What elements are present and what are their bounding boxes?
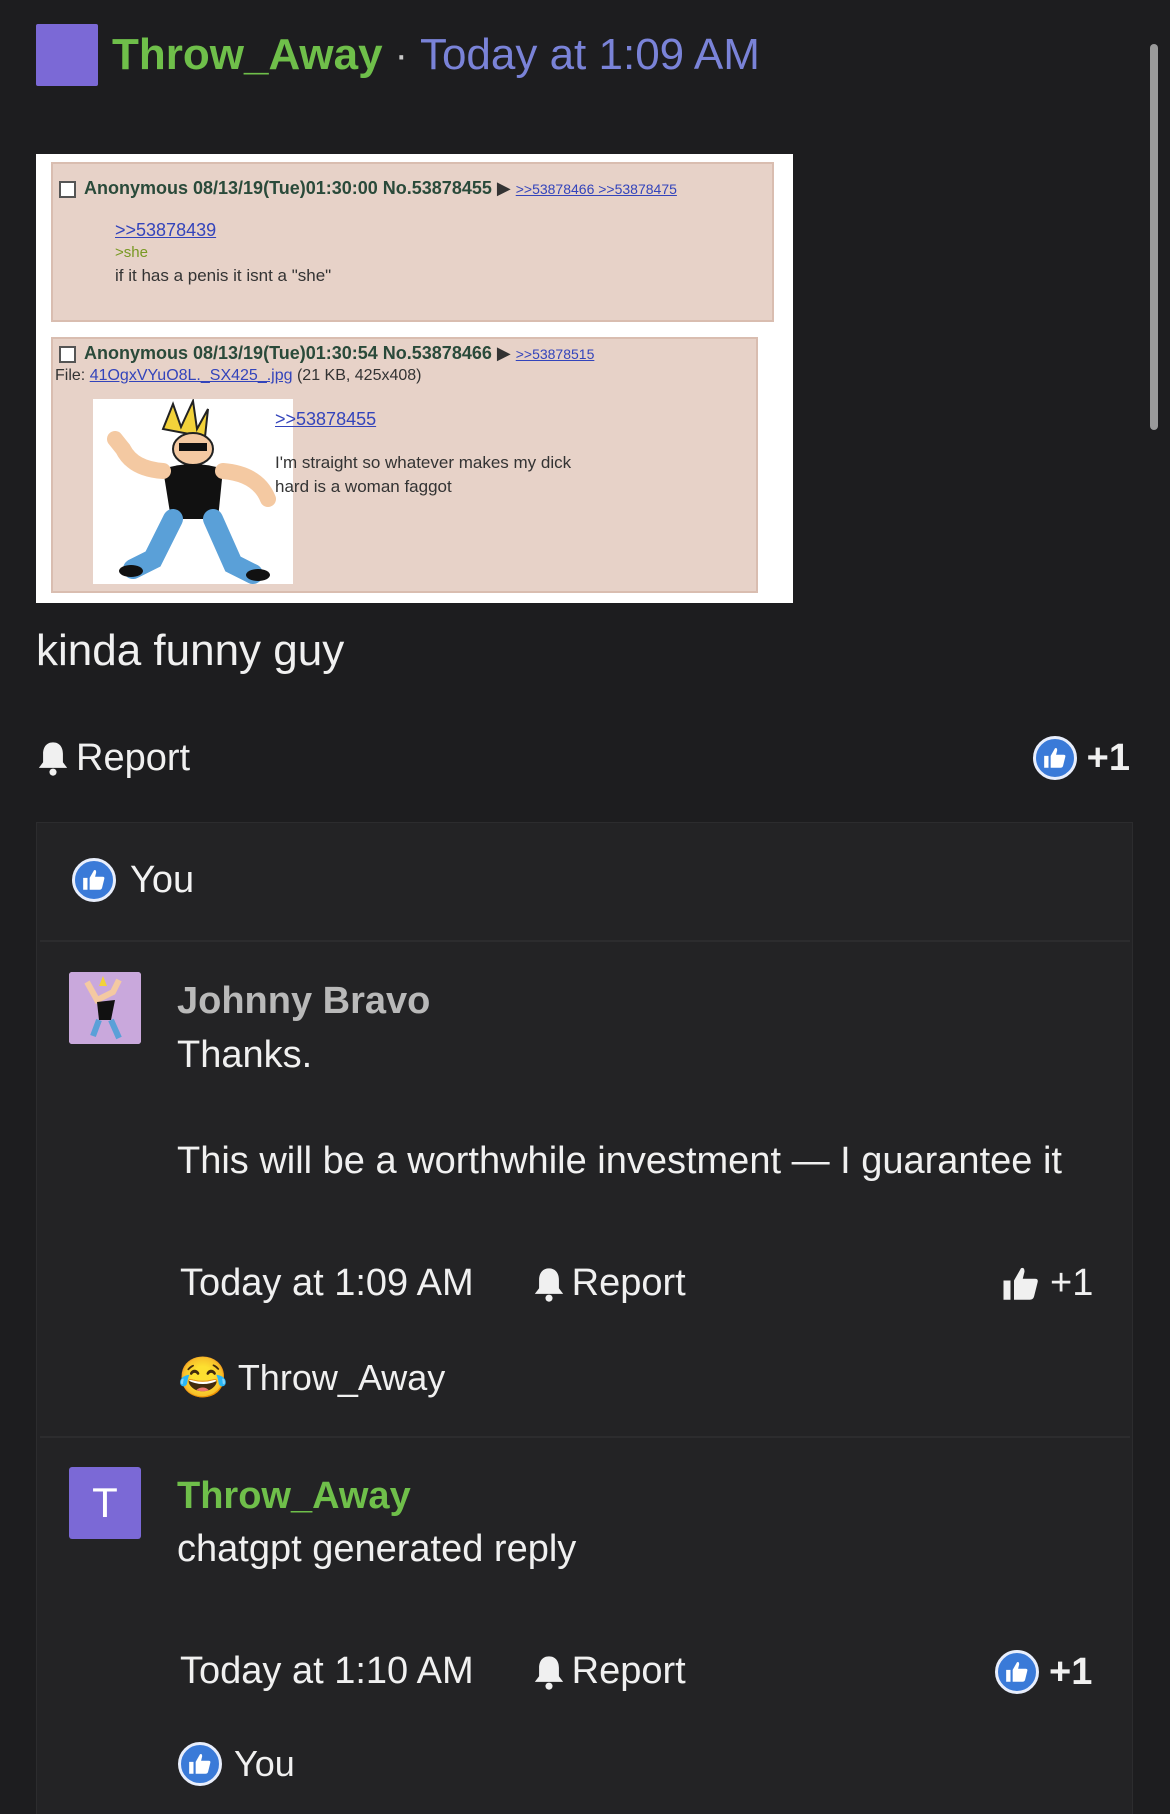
report-button[interactable]: Report [36,737,190,780]
fc-greentext: >she [115,244,148,261]
johnny-bravo-image [93,397,293,584]
comment-meta: Today at 1:09 AM Report [180,1262,686,1305]
fc-post-header: Anonymous 08/13/19(Tue)01:30:54 No.53878… [84,343,492,363]
comment-timestamp[interactable]: Today at 1:09 AM [180,1262,474,1305]
report-label: Report [571,1262,686,1304]
like-count: +1 [1049,1650,1093,1693]
page: Throw_Away · Today at 1:09 AM Anonymous … [0,0,1170,1814]
author-avatar[interactable] [36,24,98,86]
fc-replies: >>53878466 >>53878475 [515,181,677,197]
separator-dot: · [394,32,408,77]
fc-file-label: File: [55,367,86,384]
like-button[interactable]: +1 [1032,736,1130,780]
divider [40,1436,1130,1438]
bell-icon [534,1267,563,1302]
thumbs-up-icon [72,858,116,902]
like-button[interactable]: +1 [1000,1262,1093,1305]
bell-icon [534,1655,563,1690]
report-label: Report [76,736,191,779]
thumbs-up-icon [995,1650,1039,1694]
thumbs-up-icon [1003,1267,1038,1300]
fc-quote-link: >>53878455 [275,409,377,429]
arrow-icon: ▶ [496,343,516,363]
fc-file-name: 41OgxVYuO8L._SX425_.jpg [89,367,293,384]
fc-post-2: Anonymous 08/13/19(Tue)01:30:54 No.53878… [51,337,758,593]
fc-body: if it has a penis it isnt a "she" [115,266,332,285]
fc-file-info: (21 KB, 425x408) [296,367,422,384]
post-author[interactable]: Throw_Away [112,30,383,80]
fc-quote-link: >>53878439 [115,220,217,240]
like-count: +1 [1050,1262,1094,1304]
fc-body-line1: I'm straight so whatever makes my dick [275,453,572,472]
comment-text-line1: Thanks. [177,1034,313,1076]
arrow-icon: ▶ [496,178,516,198]
thumbs-up-icon [178,1742,222,1786]
post-image[interactable]: Anonymous 08/13/19(Tue)01:30:00 No.53878… [36,154,793,603]
fc-post-header: Anonymous 08/13/19(Tue)01:30:00 No.53878… [84,178,492,198]
scrollbar[interactable] [1150,44,1158,430]
post-timestamp[interactable]: Today at 1:09 AM [420,30,760,80]
fc-post-1: Anonymous 08/13/19(Tue)01:30:00 No.53878… [51,162,774,322]
reaction-row[interactable]: 😂 Throw_Away [178,1354,445,1401]
comment-meta: Today at 1:10 AM Report [180,1650,686,1693]
reaction-user: You [234,1743,295,1784]
thumbs-up-icon [1032,736,1077,780]
post-header: Throw_Away · Today at 1:09 AM [36,24,760,86]
comment-timestamp[interactable]: Today at 1:10 AM [180,1650,474,1693]
divider [40,940,1130,942]
like-count: +1 [1086,736,1130,779]
comment-author[interactable]: Throw_Away [177,1475,411,1518]
like-button[interactable]: +1 [995,1650,1092,1694]
commenter-avatar[interactable] [69,972,141,1044]
post-actions: Report +1 [36,730,1130,786]
fc-body-line2: hard is a woman faggot [275,477,452,496]
report-button[interactable]: Report [532,1262,686,1305]
liker-name: You [130,858,195,901]
comment-text-line2: This will be a worthwhile investment — I… [177,1140,1062,1182]
laughing-emoji-icon: 😂 [178,1356,228,1400]
report-label: Report [571,1650,686,1692]
reaction-user: Throw_Away [237,1356,446,1398]
fc-replies: >>53878515 [515,346,595,362]
checkbox-icon [59,345,76,363]
checkbox-icon [59,180,76,198]
bell-icon [38,742,68,776]
comment-author[interactable]: Johnny Bravo [177,980,430,1023]
likers-row[interactable]: You [36,858,194,902]
report-button[interactable]: Report [532,1650,686,1693]
commenter-avatar[interactable]: T [69,1467,141,1539]
post-caption: kinda funny guy [36,626,345,675]
comment-text-line1: chatgpt generated reply [177,1528,577,1570]
reaction-row[interactable]: You [178,1742,295,1786]
